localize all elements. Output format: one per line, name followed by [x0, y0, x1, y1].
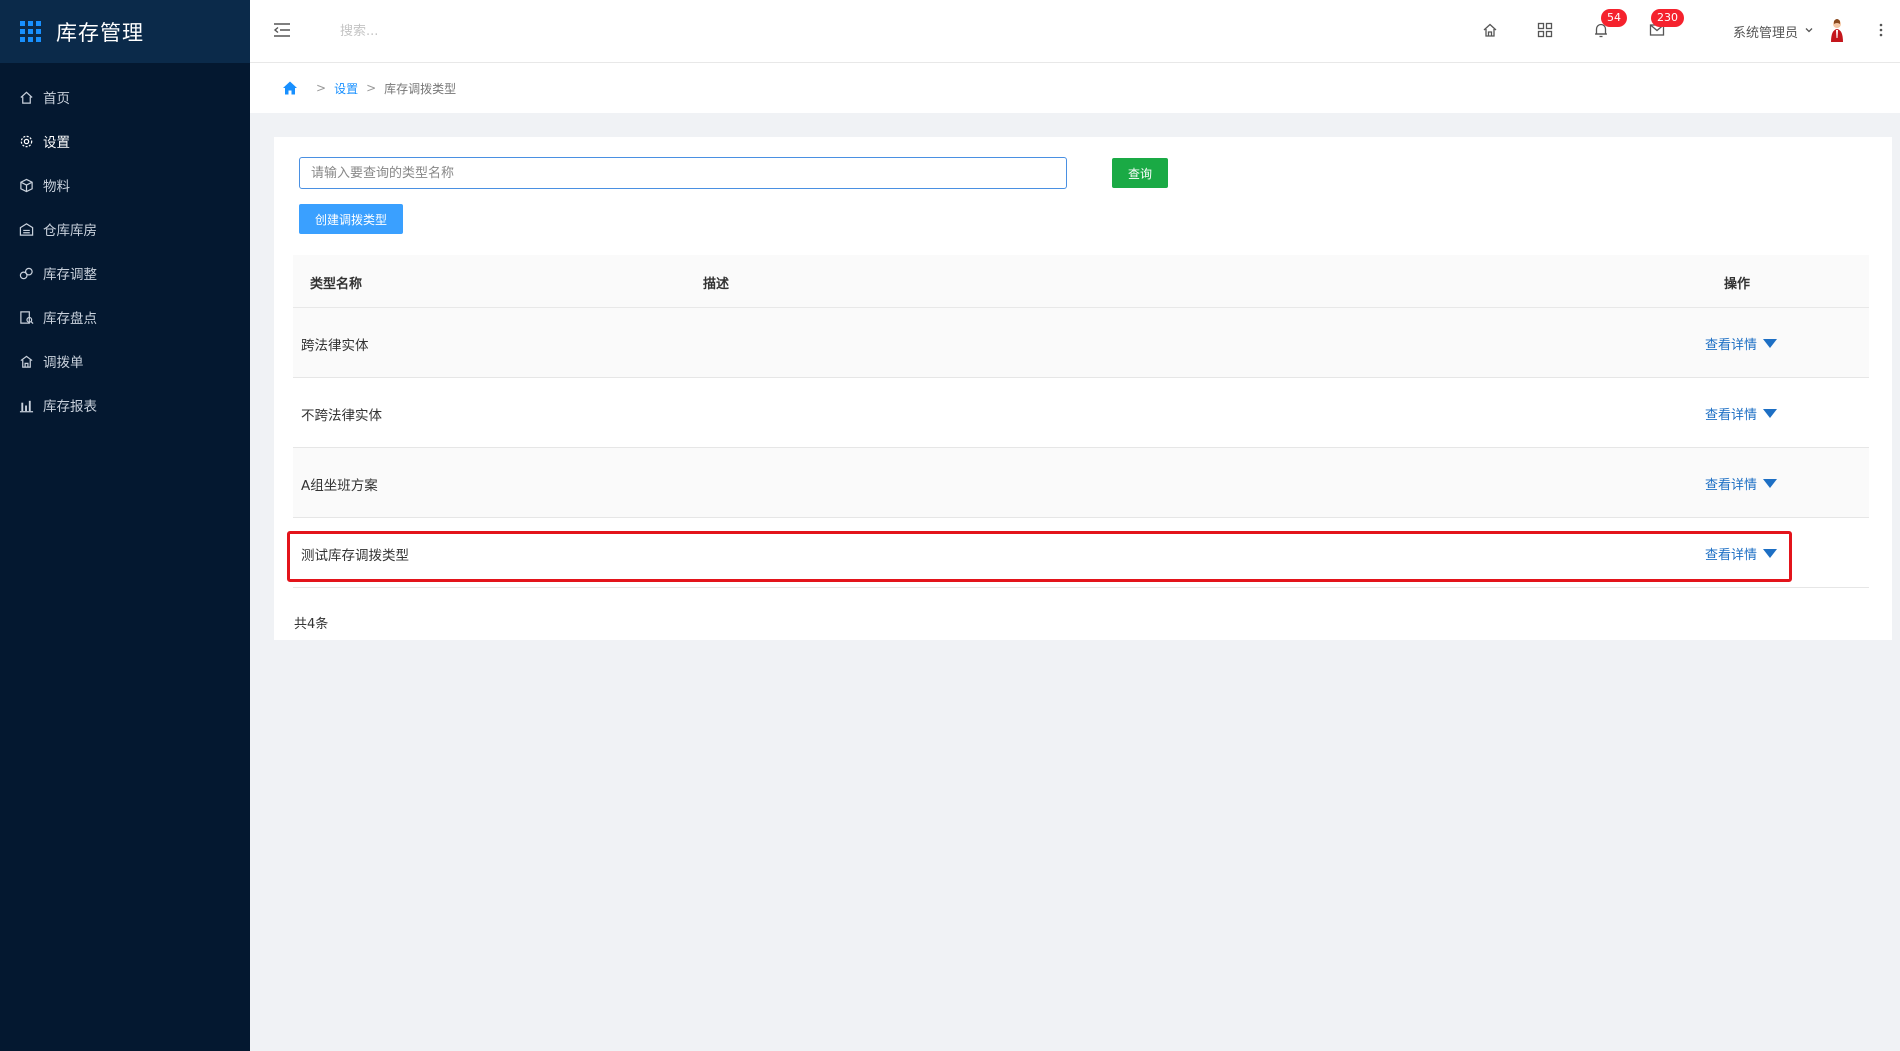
sidebar-item-stock-check[interactable]: 库存盘点: [0, 295, 250, 339]
more-vertical-icon[interactable]: [1875, 21, 1887, 39]
view-details-link[interactable]: 查看详情: [1705, 544, 1778, 563]
home-icon[interactable]: [282, 80, 298, 96]
type-name-cell: 不跨法律实体: [301, 408, 382, 424]
sidebar-item-stock-report[interactable]: 库存报表: [0, 383, 250, 427]
table-row: 不跨法律实体 查看详情: [293, 378, 1869, 448]
user-name: 系统管理员: [1733, 25, 1799, 41]
inventory-check-icon: [18, 309, 34, 325]
sidebar-item-warehouse[interactable]: 仓库库房: [0, 207, 250, 251]
sidebar-item-label: 仓库库房: [43, 223, 97, 239]
sidebar-item-label: 库存报表: [43, 399, 97, 415]
sidebar-item-home[interactable]: 首页: [0, 75, 250, 119]
table-row: 跨法律实体 查看详情: [293, 308, 1869, 378]
bar-chart-icon: [18, 397, 34, 413]
view-details-link[interactable]: 查看详情: [1705, 334, 1778, 353]
caret-down-icon: [1763, 409, 1778, 418]
sidebar-item-stock-adjust[interactable]: 库存调整: [0, 251, 250, 295]
breadcrumb: > 设置 > 库存调拨类型: [250, 63, 1900, 113]
warehouse-icon: [18, 221, 34, 237]
sidebar-item-label: 库存调整: [43, 267, 97, 283]
breadcrumb-separator: >: [366, 81, 377, 95]
view-details-label: 查看详情: [1705, 548, 1758, 563]
transfer-type-table: 类型名称 描述 操作 跨法律实体 查看详情 不跨法律实体 查看详情 A组坐班方案…: [293, 255, 1869, 588]
column-header-description: 描述: [703, 277, 730, 292]
view-details-link[interactable]: 查看详情: [1705, 404, 1778, 423]
menu-collapse-icon[interactable]: [272, 20, 292, 40]
notification-badge: 54: [1601, 9, 1627, 27]
column-header-action: 操作: [1724, 277, 1751, 292]
adjust-icon: [18, 265, 34, 281]
sidebar-item-materials[interactable]: 物料: [0, 163, 250, 207]
type-name-cell: A组坐班方案: [301, 478, 378, 494]
avatar[interactable]: [1828, 18, 1846, 44]
main-panel: 查询 创建调拨类型 类型名称 描述 操作 跨法律实体 查看详情 不跨法律实体 查…: [274, 137, 1892, 640]
apps-grid-icon[interactable]: [20, 20, 42, 43]
column-header-name: 类型名称: [310, 277, 363, 292]
view-details-link[interactable]: 查看详情: [1705, 474, 1778, 493]
global-search-input[interactable]: [340, 19, 640, 43]
top-bar: 54 230 系统管理员: [250, 0, 1900, 63]
view-details-label: 查看详情: [1705, 338, 1758, 353]
home-icon: [18, 89, 34, 105]
user-menu[interactable]: 系统管理员: [1733, 20, 1814, 42]
table-row: 测试库存调拨类型 查看详情: [293, 518, 1869, 588]
type-name-cell: 跨法律实体: [301, 338, 369, 354]
total-count: 共4条: [294, 617, 329, 632]
breadcrumb-separator: >: [316, 81, 327, 95]
caret-down-icon: [1763, 479, 1778, 488]
create-transfer-type-button[interactable]: 创建调拨类型: [299, 204, 403, 234]
sidebar-item-label: 库存盘点: [43, 311, 97, 327]
sidebar-item-label: 调拨单: [43, 355, 84, 371]
query-button[interactable]: 查询: [1112, 158, 1168, 188]
table-header: 类型名称 描述 操作: [293, 255, 1869, 308]
sidebar-item-settings[interactable]: 设置: [0, 119, 250, 163]
home-icon[interactable]: [1481, 21, 1499, 39]
breadcrumb-settings[interactable]: 设置: [334, 80, 358, 97]
apps-icon[interactable]: [1536, 21, 1554, 39]
sidebar-item-label: 物料: [43, 179, 70, 195]
caret-down-icon: [1763, 339, 1778, 348]
type-name-search-input[interactable]: [299, 157, 1067, 189]
view-details-label: 查看详情: [1705, 478, 1758, 493]
brand: 库存管理: [0, 0, 250, 63]
sidebar-item-label: 首页: [43, 91, 70, 107]
gear-icon: [18, 133, 34, 149]
table-row: A组坐班方案 查看详情: [293, 448, 1869, 518]
sidebar: 库存管理 首页 设置 物料 仓库库房 库存调整 库存盘点 调拨单 库存报表: [0, 0, 250, 1051]
sidebar-item-transfer-order[interactable]: 调拨单: [0, 339, 250, 383]
view-details-label: 查看详情: [1705, 408, 1758, 423]
cube-icon: [18, 177, 34, 193]
sidebar-item-label: 设置: [43, 135, 70, 151]
app-title: 库存管理: [56, 20, 144, 45]
caret-down-icon: [1763, 549, 1778, 558]
transfer-icon: [18, 353, 34, 369]
breadcrumb-current: 库存调拨类型: [384, 81, 457, 96]
chevron-down-icon: [1804, 24, 1814, 39]
type-name-cell: 测试库存调拨类型: [301, 548, 409, 564]
sidebar-menu: 首页 设置 物料 仓库库房 库存调整 库存盘点 调拨单 库存报表: [0, 63, 250, 427]
message-badge: 230: [1651, 9, 1684, 27]
